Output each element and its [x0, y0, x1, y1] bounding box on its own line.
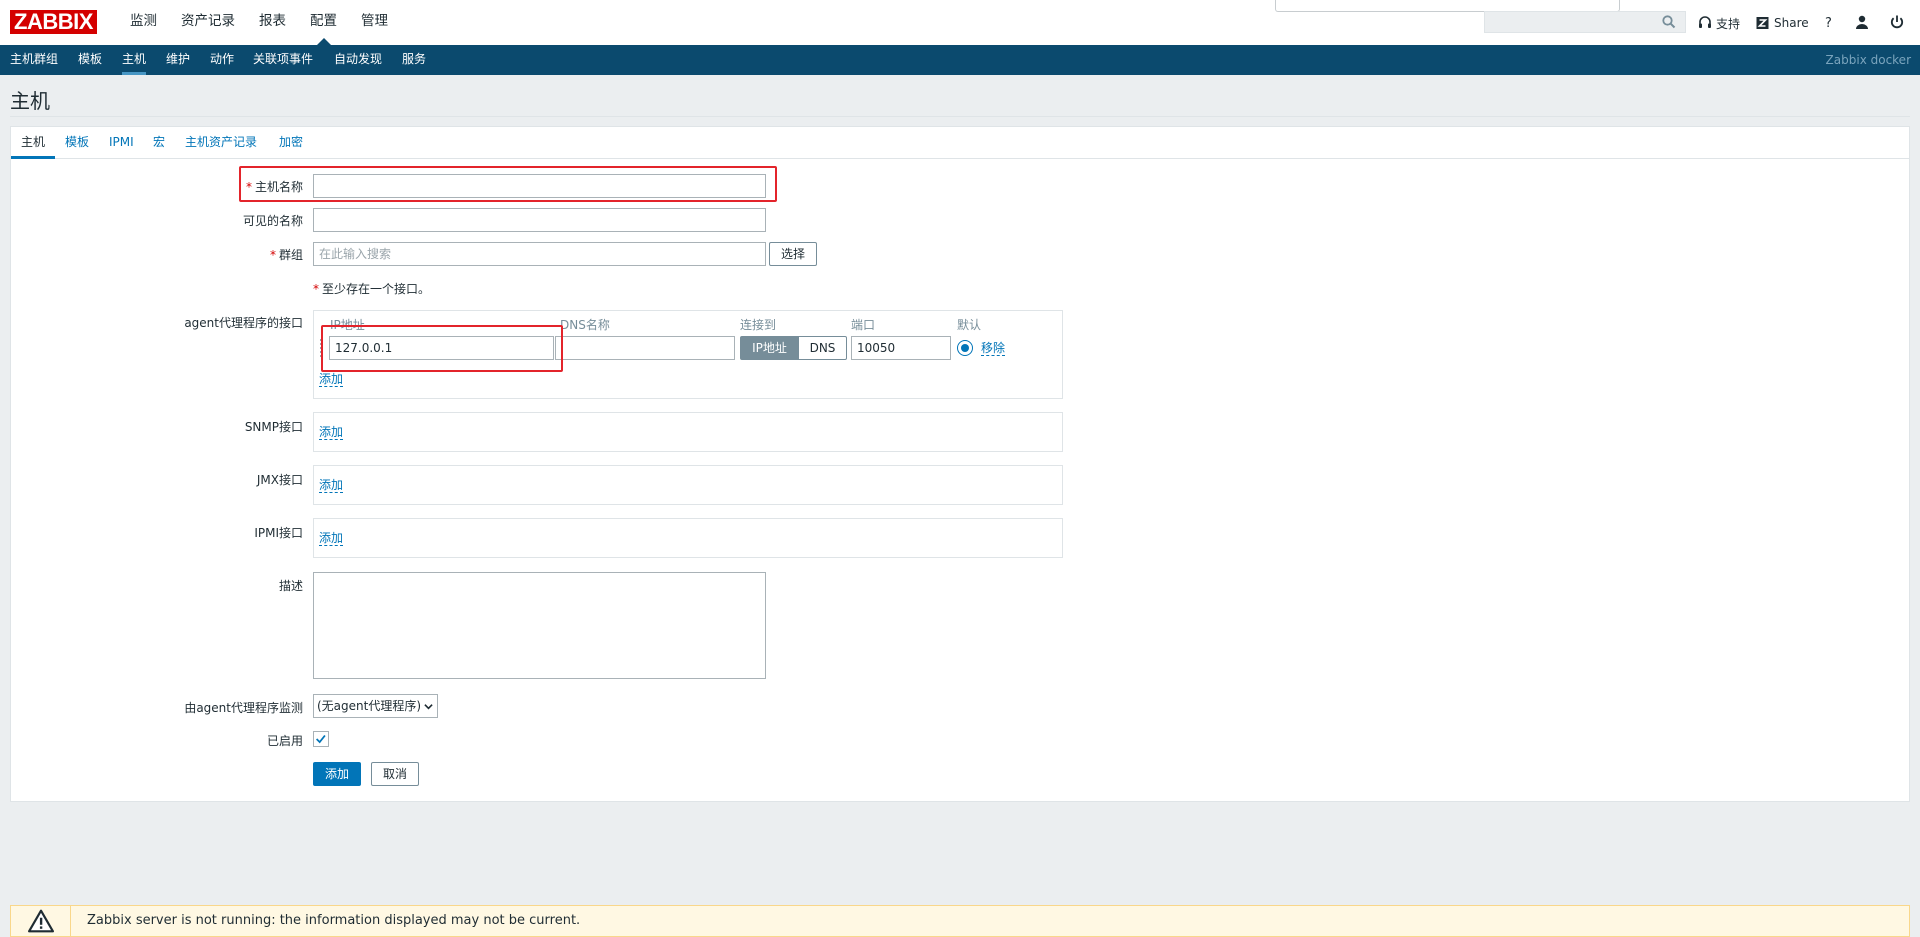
visible-name-input[interactable]: [313, 208, 766, 232]
tab-inventory[interactable]: 主机资产记录: [175, 127, 267, 159]
select-groups-button[interactable]: 选择: [769, 242, 817, 266]
required-mark: *: [245, 180, 252, 194]
checkmark-icon: [316, 734, 326, 744]
host-name-input[interactable]: [313, 174, 766, 198]
headset-icon: [1699, 16, 1711, 28]
snmp-interfaces-label: SNMP接口: [244, 420, 303, 434]
add-agent-interface-link[interactable]: 添加: [319, 372, 344, 387]
search-icon[interactable]: [1661, 14, 1677, 30]
interface-notice-text: 至少存在一个接口。: [322, 282, 431, 296]
add-jmx-interface-link[interactable]: 添加: [319, 478, 344, 493]
sub-menu-item-discovery[interactable]: 自动发现: [334, 45, 382, 75]
connect-to-dns-toggle[interactable]: DNS: [799, 336, 847, 360]
enabled-label: 已启用: [266, 734, 303, 748]
jmx-interfaces-label: JMX接口: [256, 473, 303, 487]
main-menu-item-configuration[interactable]: 配置: [298, 0, 349, 45]
sub-menu-item-event-correlation[interactable]: 关联项事件: [253, 45, 313, 75]
dns-column-header: DNS名称: [560, 318, 610, 332]
default-interface-radio[interactable]: [957, 340, 973, 356]
agent-dns-input[interactable]: [555, 336, 735, 360]
help-icon: ?: [1825, 15, 1832, 31]
title-divider: [10, 116, 1910, 117]
global-search-input[interactable]: [1484, 11, 1686, 33]
groups-label-text: 群组: [278, 248, 303, 262]
share-z-icon: [1756, 17, 1769, 29]
sub-menu-item-hosts[interactable]: 主机: [122, 45, 147, 75]
sign-out-icon[interactable]: [1889, 14, 1905, 30]
agent-ip-input[interactable]: 127.0.0.1: [329, 336, 554, 360]
warning-icon-box: [11, 906, 71, 936]
proxy-select-value: (无agent代理程序): [317, 699, 422, 713]
interface-notice: * 至少存在一个接口。: [313, 280, 430, 297]
jmx-interfaces-box: [313, 465, 1063, 505]
main-menu-item-reports[interactable]: 报表: [247, 0, 298, 45]
connect-to-column-header: 连接到: [740, 318, 777, 332]
page-title: 主机: [10, 89, 50, 113]
tab-bar: 主机 模板 IPMI 宏 主机资产记录 加密: [11, 127, 1909, 159]
sub-menu-item-templates[interactable]: 模板: [78, 45, 102, 75]
share-link[interactable]: Share: [1755, 14, 1809, 32]
user-profile-icon[interactable]: [1854, 14, 1870, 30]
description-textarea[interactable]: [313, 572, 766, 679]
monitored-by-proxy-label: 由agent代理程序监测: [184, 701, 303, 715]
ip-column-header: IP地址: [330, 318, 365, 332]
agent-interfaces-label: agent代理程序的接口: [184, 316, 303, 330]
snmp-interfaces-box: [313, 412, 1063, 452]
remove-interface-link[interactable]: 移除: [981, 341, 1006, 356]
host-name-label: * 主机名称: [246, 178, 303, 195]
host-name-label-text: 主机名称: [254, 180, 303, 194]
enabled-checkbox[interactable]: [313, 731, 329, 747]
required-mark: *: [313, 282, 319, 296]
sub-menu-item-services[interactable]: 服务: [402, 45, 426, 75]
support-link[interactable]: 支持: [1697, 14, 1740, 32]
support-label: 支持: [1716, 16, 1741, 31]
agent-port-input[interactable]: 10050: [851, 336, 951, 360]
groups-label: * 群组: [270, 246, 303, 263]
sub-menu-item-actions[interactable]: 动作: [210, 45, 234, 75]
zabbix-logo[interactable]: ZABBIX: [10, 10, 97, 34]
chevron-down-icon: [424, 704, 433, 710]
groups-search-input[interactable]: 在此输入搜索: [313, 242, 766, 266]
warning-triangle-icon: [27, 909, 54, 933]
description-label: 描述: [278, 579, 303, 593]
sub-menu-item-maintenance[interactable]: 维护: [166, 45, 190, 75]
connect-to-ip-toggle[interactable]: IP地址: [740, 336, 799, 360]
add-ipmi-interface-link[interactable]: 添加: [319, 531, 344, 546]
required-mark: *: [269, 248, 276, 262]
visible-name-label: 可见的名称: [242, 214, 303, 228]
server-name: Zabbix docker: [1825, 53, 1911, 67]
tab-ipmi[interactable]: IPMI: [99, 127, 144, 159]
ipmi-interfaces-label: IPMI接口: [254, 526, 303, 540]
tab-macros[interactable]: 宏: [143, 127, 175, 159]
server-status-warning-text: Zabbix server is not running: the inform…: [87, 913, 581, 928]
tab-encryption[interactable]: 加密: [269, 127, 313, 159]
cancel-button[interactable]: 取消: [371, 762, 419, 786]
tab-templates[interactable]: 模板: [55, 127, 99, 159]
help-link[interactable]: ?: [1825, 14, 1832, 32]
server-status-warning: Zabbix server is not running: the inform…: [10, 905, 1910, 937]
sub-menu-item-host-groups[interactable]: 主机群组: [10, 45, 58, 75]
share-label: Share: [1774, 16, 1809, 30]
main-menu: 监测 资产记录 报表 配置 管理: [118, 0, 400, 45]
add-snmp-interface-link[interactable]: 添加: [319, 425, 344, 440]
port-column-header: 端口: [851, 318, 876, 332]
proxy-select[interactable]: (无agent代理程序): [313, 694, 438, 718]
sub-navigation: 主机群组 模板 主机 维护 动作 关联项事件 自动发现 服务 Zabbix do…: [0, 45, 1920, 75]
main-menu-item-inventory[interactable]: 资产记录: [169, 0, 247, 45]
main-menu-item-administration[interactable]: 管理: [349, 0, 400, 45]
add-host-button[interactable]: 添加: [313, 762, 361, 786]
ipmi-interfaces-box: [313, 518, 1063, 558]
drag-handle-icon[interactable]: [320, 339, 324, 357]
main-menu-item-monitoring[interactable]: 监测: [118, 0, 169, 45]
default-column-header: 默认: [957, 318, 982, 332]
tab-host[interactable]: 主机: [11, 127, 56, 159]
top-header: ZABBIX 监测 资产记录 报表 配置 管理 支持 Share ?: [0, 0, 1920, 45]
